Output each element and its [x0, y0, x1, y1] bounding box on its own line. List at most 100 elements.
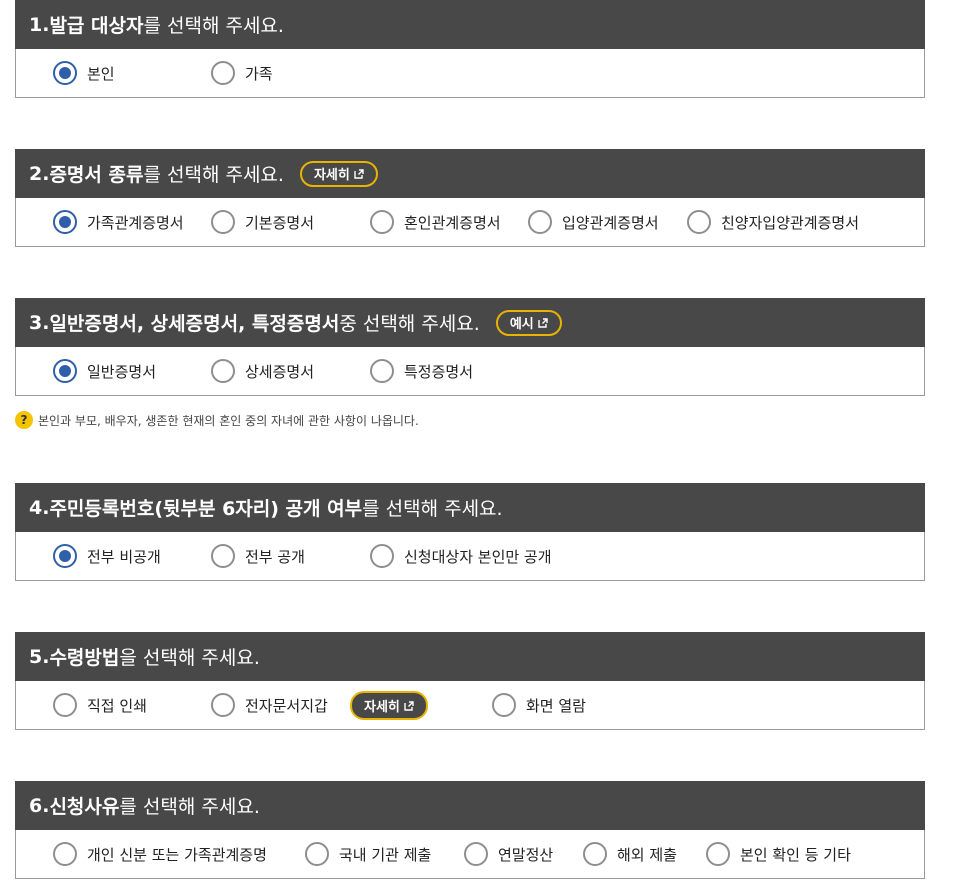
radio-icon[interactable] — [706, 842, 730, 866]
radio-icon[interactable] — [687, 210, 711, 234]
radio-icon[interactable] — [583, 842, 607, 866]
radio-option-family[interactable]: 가족 — [211, 59, 273, 87]
radio-icon[interactable] — [305, 842, 329, 866]
example-button-label: 예시 — [509, 317, 534, 332]
option-row: 전부 비공개 전부 공개 신청대상자 본인만 공개 — [15, 532, 925, 581]
radio-option-marriage[interactable]: 혼인관계증명서 — [370, 208, 501, 236]
details-button[interactable]: 자세히 — [350, 691, 428, 720]
section-title-rest: 중 선택해 주세요. — [339, 313, 480, 335]
radio-option-domestic[interactable]: 국내 기관 제출 — [305, 840, 431, 868]
option-label: 기본증명서 — [245, 213, 315, 232]
section-title-rest: 을 선택해 주세요. — [119, 647, 260, 669]
option-label: 신청대상자 본인만 공개 — [404, 547, 552, 566]
radio-option-other[interactable]: 본인 확인 등 기타 — [706, 840, 851, 868]
section-header: 4. 주민등록번호(뒷부분 6자리) 공개 여부 를 선택해 주세요. — [15, 483, 925, 532]
radio-icon[interactable] — [53, 544, 77, 568]
option-label: 특정증명서 — [404, 362, 474, 381]
option-row: 일반증명서 상세증명서 특정증명서 — [15, 347, 925, 396]
radio-icon[interactable] — [464, 842, 488, 866]
radio-option-overseas[interactable]: 해외 제출 — [583, 840, 677, 868]
option-label: 가족관계증명서 — [87, 213, 184, 232]
details-button-label: 자세히 — [364, 700, 400, 715]
option-label: 일반증명서 — [87, 362, 157, 381]
section-header: 6. 신청사유 를 선택해 주세요. — [15, 781, 925, 830]
section-resident-number: 4. 주민등록번호(뒷부분 6자리) 공개 여부 를 선택해 주세요. 전부 비공… — [15, 483, 925, 581]
option-label: 전자문서지갑 — [245, 696, 328, 715]
radio-option-basic[interactable]: 기본증명서 — [211, 208, 314, 236]
radio-icon[interactable] — [211, 544, 235, 568]
option-label: 국내 기관 제출 — [339, 845, 432, 864]
section-number: 3. — [29, 311, 50, 334]
radio-option-adoption[interactable]: 입양관계증명서 — [528, 208, 659, 236]
radio-icon[interactable] — [211, 359, 235, 383]
radio-option-detailed[interactable]: 상세증명서 — [211, 357, 314, 385]
radio-option-all-public[interactable]: 전부 공개 — [211, 542, 305, 570]
radio-icon[interactable] — [370, 210, 394, 234]
section-title: 수령방법 — [49, 647, 120, 669]
section-reason: 6. 신청사유 를 선택해 주세요. 개인 신분 또는 가족관계증명 국내 기관 … — [15, 781, 925, 879]
radio-icon[interactable] — [211, 61, 235, 85]
external-link-icon — [404, 700, 414, 711]
option-label: 연말정산 — [498, 845, 554, 864]
option-label: 친양자입양관계증명서 — [721, 213, 860, 232]
option-label: 입양관계증명서 — [562, 213, 659, 232]
radio-option-full-adoption[interactable]: 친양자입양관계증명서 — [687, 208, 859, 236]
details-button[interactable]: 자세히 — [299, 160, 378, 187]
option-label: 전부 비공개 — [87, 547, 161, 566]
radio-option-family-relation[interactable]: 가족관계증명서 — [53, 208, 184, 236]
radio-option-specific[interactable]: 특정증명서 — [370, 357, 473, 385]
radio-option-self-only-public[interactable]: 신청대상자 본인만 공개 — [370, 542, 552, 570]
section-number: 4. — [29, 496, 50, 519]
option-label: 전부 공개 — [245, 547, 305, 566]
external-link-icon — [538, 317, 548, 328]
radio-option-tax-settlement[interactable]: 연말정산 — [464, 840, 553, 868]
section-title-rest: 를 선택해 주세요. — [143, 164, 284, 186]
radio-icon[interactable] — [53, 842, 77, 866]
help-note-text: 본인과 부모, 배우자, 생존한 현재의 혼인 중의 자녀에 관한 사항이 나옵… — [38, 413, 419, 428]
radio-icon[interactable] — [370, 544, 394, 568]
radio-icon[interactable] — [53, 210, 77, 234]
radio-icon[interactable] — [53, 359, 77, 383]
section-header: 3. 일반증명서, 상세증명서, 특정증명서 중 선택해 주세요. 예시 — [15, 298, 925, 347]
radio-option-e-wallet[interactable]: 전자문서지갑 — [211, 691, 328, 719]
option-label: 가족 — [245, 64, 273, 83]
section-target: 1. 발급 대상자 를 선택해 주세요. 본인 가족 — [15, 0, 925, 98]
option-label: 상세증명서 — [245, 362, 315, 381]
radio-icon[interactable] — [53, 61, 77, 85]
option-row: 본인 가족 — [15, 49, 925, 98]
radio-option-self[interactable]: 본인 — [53, 59, 115, 87]
section-title-rest: 를 선택해 주세요. — [362, 498, 503, 520]
section-header: 5. 수령방법 을 선택해 주세요. — [15, 632, 925, 681]
radio-option-screen-view[interactable]: 화면 열람 — [492, 691, 586, 719]
section-header: 2. 증명서 종류 를 선택해 주세요. 자세히 — [15, 149, 925, 198]
option-row: 개인 신분 또는 가족관계증명 국내 기관 제출 연말정산 해외 제출 본인 확… — [15, 830, 925, 879]
option-row: 가족관계증명서 기본증명서 혼인관계증명서 입양관계증명서 친양자입양관계증명서 — [15, 198, 925, 247]
radio-icon[interactable] — [53, 693, 77, 717]
section-title: 주민등록번호(뒷부분 6자리) 공개 여부 — [49, 498, 363, 520]
radio-icon[interactable] — [211, 210, 235, 234]
radio-icon[interactable] — [528, 210, 552, 234]
section-header: 1. 발급 대상자 를 선택해 주세요. — [15, 0, 925, 49]
example-button[interactable]: 예시 — [495, 309, 562, 336]
radio-icon[interactable] — [492, 693, 516, 717]
option-label: 해외 제출 — [617, 845, 677, 864]
section-title: 증명서 종류 — [49, 164, 144, 186]
radio-option-general[interactable]: 일반증명서 — [53, 357, 156, 385]
section-title-rest: 를 선택해 주세요. — [143, 15, 284, 37]
radio-icon[interactable] — [370, 359, 394, 383]
option-label: 본인 — [87, 64, 115, 83]
option-label: 직접 인쇄 — [87, 696, 147, 715]
radio-option-identity[interactable]: 개인 신분 또는 가족관계증명 — [53, 840, 267, 868]
section-title: 신청사유 — [49, 796, 120, 818]
radio-option-direct-print[interactable]: 직접 인쇄 — [53, 691, 147, 719]
option-row: 직접 인쇄 전자문서지갑 자세히 화면 열람 — [15, 681, 925, 730]
section-title-rest: 를 선택해 주세요. — [119, 796, 260, 818]
section-number: 1. — [29, 13, 50, 36]
section-title: 일반증명서, 상세증명서, 특정증명서 — [49, 313, 340, 335]
help-note: ? 본인과 부모, 배우자, 생존한 현재의 혼인 중의 자녀에 관한 사항이 … — [15, 411, 419, 429]
details-button-label: 자세히 — [313, 168, 350, 183]
section-number: 6. — [29, 794, 50, 817]
radio-option-all-private[interactable]: 전부 비공개 — [53, 542, 161, 570]
radio-icon[interactable] — [211, 693, 235, 717]
option-label: 본인 확인 등 기타 — [740, 845, 851, 864]
